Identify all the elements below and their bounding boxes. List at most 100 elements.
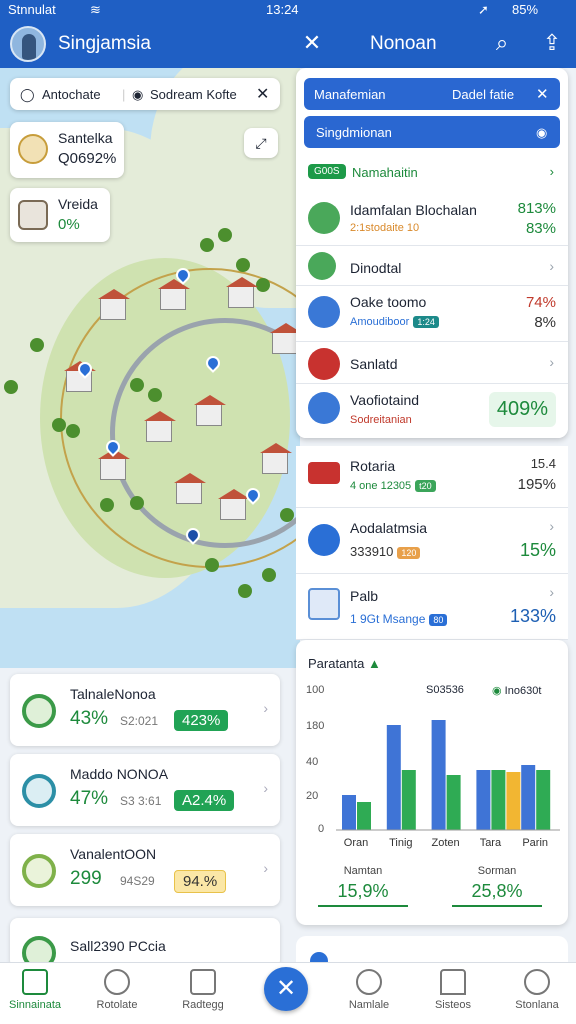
- app-title: Singjamsia: [58, 33, 151, 54]
- map-icon: [308, 252, 336, 280]
- battery-level: 85%: [512, 2, 539, 17]
- fullscreen-icon[interactable]: ⤢: [244, 128, 278, 158]
- info-icon[interactable]: ◉: [536, 125, 547, 141]
- list-item[interactable]: Rotaria 4 one 12305 t20 15.4 195%: [296, 446, 568, 508]
- share-icon[interactable]: ⇪: [538, 30, 566, 56]
- close-fab-button[interactable]: ✕: [264, 967, 308, 1011]
- legend-right: ◉ Ino630t: [492, 685, 542, 697]
- chart-card: Paratanta ▲ S03536 ◉ Ino630t 100 180 40 …: [296, 640, 568, 925]
- building: [226, 277, 258, 308]
- store-icon: [190, 969, 216, 995]
- clear-icon[interactable]: ✕: [256, 84, 269, 104]
- building: [218, 489, 250, 520]
- crest-icon: [18, 134, 48, 164]
- map-search-bar[interactable]: ◯ Antochate | ◉ Sodream Kofte ✕: [10, 78, 280, 110]
- panel-header[interactable]: Manafemian Dadel fatie ✕: [304, 78, 560, 110]
- chart-bar[interactable]: [357, 802, 371, 830]
- close-icon[interactable]: ✕: [298, 30, 326, 56]
- status-badge: 423%: [174, 710, 229, 731]
- legend-left: S03536: [426, 684, 464, 696]
- map-info-card[interactable]: Vreida 0%: [10, 188, 110, 242]
- panel-subheader[interactable]: Singdmionan ◉: [304, 116, 560, 148]
- building-icon: [308, 202, 340, 234]
- nav-item-rotolate[interactable]: Rotolate: [72, 969, 162, 1011]
- barrel-icon: [18, 200, 48, 230]
- building: [260, 443, 292, 474]
- x-tick-label: Oran: [344, 837, 368, 849]
- filter-label: Namahaitin: [352, 165, 418, 180]
- chart-bar[interactable]: [521, 765, 536, 830]
- panel-title: Nonoan: [370, 33, 437, 54]
- nav-item-stonlana[interactable]: Stonlana: [492, 969, 576, 1011]
- wifi-icon: ≋: [90, 2, 101, 17]
- people-icon: [524, 969, 550, 995]
- building: [270, 323, 300, 354]
- building: [194, 395, 226, 426]
- chart-bar[interactable]: [386, 725, 401, 830]
- building: [144, 411, 176, 442]
- nav-item-home[interactable]: Sinnainata: [0, 969, 80, 1011]
- carrier-label: Stnnulat: [8, 2, 56, 17]
- refresh-icon: [308, 524, 340, 556]
- avatar[interactable]: [10, 26, 46, 62]
- bank-icon: [308, 588, 340, 620]
- chart-bar[interactable]: [401, 770, 416, 830]
- car-icon: [22, 774, 56, 808]
- nav-item-sisteos[interactable]: Sisteos: [408, 969, 498, 1011]
- building: [98, 289, 130, 320]
- map-info-card[interactable]: Santelka Q0692%: [10, 122, 124, 178]
- status-badge: A2.4%: [174, 790, 235, 811]
- truck-icon: [308, 348, 340, 380]
- list-item[interactable]: Sanlatd ›: [296, 342, 568, 384]
- chart-bar[interactable]: [491, 770, 506, 830]
- chart-bar[interactable]: [476, 770, 491, 830]
- chart-bar[interactable]: [342, 795, 356, 830]
- close-icon[interactable]: ✕: [536, 85, 549, 103]
- x-tick-label: Tinig: [389, 837, 412, 849]
- nav-item-radtegg[interactable]: Radtegg: [158, 969, 248, 1011]
- chevron-right-icon: ›: [549, 518, 554, 534]
- summary-card[interactable]: VanalentOON 299 94S29 94.% ›: [10, 834, 280, 906]
- location-icon: ➚: [478, 2, 489, 17]
- list-item[interactable]: Dinodtal ›: [296, 246, 568, 286]
- nav-item-namlale[interactable]: Namlale: [324, 969, 414, 1011]
- filter-row[interactable]: G00S Namahaitin ›: [296, 158, 568, 188]
- panel-subheader-title: Singdmionan: [316, 125, 392, 140]
- building-icon: [22, 694, 56, 728]
- panel-header-title: Manafemian: [314, 87, 386, 102]
- summary-card[interactable]: Sall2390 PCcia: [10, 918, 280, 970]
- chevron-right-icon: ›: [263, 860, 268, 876]
- chart-bar[interactable]: [431, 720, 446, 830]
- filter-pill: G00S: [308, 164, 346, 179]
- y-tick: 0: [318, 823, 325, 835]
- y-tick: 180: [306, 720, 325, 732]
- x-tick-label: Zoten: [432, 837, 460, 849]
- summary-card[interactable]: Maddo NONOA 47% S3 3:61 A2.4% ›: [10, 754, 280, 826]
- panel-header-meta: Dadel fatie: [452, 87, 515, 102]
- app-bar: Singjamsia ✕ Nonoan ⌕ ⇪: [0, 20, 576, 68]
- list-item[interactable]: Palb 1 9Gt Msange 80 › 133%: [296, 574, 568, 640]
- bar-chart: Oran Tinig Zoten Tara Parin: [336, 720, 560, 849]
- y-tick: 100: [306, 684, 325, 696]
- chevron-right-icon: ›: [263, 700, 268, 716]
- home-icon: [22, 969, 48, 995]
- clock: 13:24: [266, 2, 299, 17]
- chevron-right-icon: ›: [549, 164, 554, 179]
- stat-left: Namtan 15,9%: [308, 865, 418, 907]
- house-icon: [22, 854, 56, 888]
- list-item[interactable]: Oake toomo Amoudiboor 1:24 74% 8%: [296, 286, 568, 342]
- stat-right: Sorman 25,8%: [442, 865, 552, 907]
- list-item[interactable]: Aodalatmsia 333910 120 › 15%: [296, 508, 568, 574]
- summary-card[interactable]: TalnaleNonoa 43% S2:021 423% ›: [10, 674, 280, 746]
- list-item[interactable]: Vaofiotaind Sodreitanian 409%: [296, 384, 568, 438]
- chevron-right-icon: ›: [549, 354, 554, 370]
- map-card-value: Q0692%: [58, 150, 117, 167]
- chart-bar[interactable]: [506, 772, 521, 830]
- store-icon: [308, 462, 340, 484]
- list-item[interactable]: Idamfalan Blochalan 2:1stodaite 10 813% …: [296, 190, 568, 246]
- search-icon[interactable]: ⌕: [488, 30, 516, 56]
- chart-bar[interactable]: [446, 775, 461, 830]
- building: [174, 473, 206, 504]
- chart-bar[interactable]: [536, 770, 551, 830]
- chevron-right-icon: ›: [263, 780, 268, 796]
